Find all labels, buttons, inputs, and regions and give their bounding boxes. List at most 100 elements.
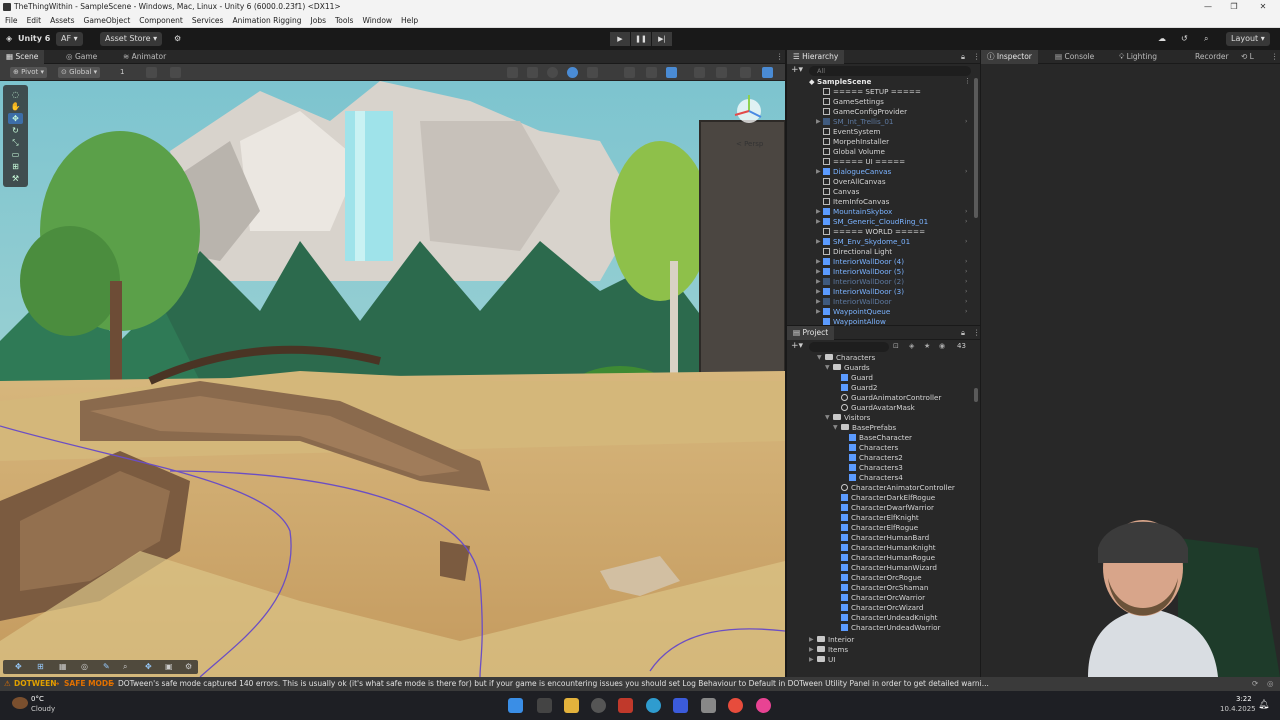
project-item[interactable]: CharacterHumanRogue (787, 553, 975, 563)
global-toggle[interactable]: ⊙ Global ▾ (58, 67, 101, 78)
play-button[interactable]: ▶ (610, 32, 630, 46)
hierarchy-item[interactable]: GameSettings (787, 97, 975, 107)
prefab-open-icon[interactable]: › (965, 267, 967, 277)
hierarchy-item[interactable]: InteriorWallDoor (4) ▶ › (787, 257, 975, 267)
expand-arrow-icon[interactable]: ▶ (816, 167, 821, 177)
close-button[interactable]: ✕ (1250, 0, 1276, 14)
task-view-icon[interactable] (537, 698, 552, 713)
hierarchy-item[interactable]: InteriorWallDoor (2) ▶ › (787, 277, 975, 287)
weather-icon[interactable] (12, 697, 28, 709)
progress-icon[interactable]: ⟳ (1252, 677, 1258, 691)
grid-increment-value[interactable]: 1 (120, 67, 124, 78)
frame-icon[interactable]: ▣ (165, 662, 173, 671)
project-item[interactable]: CharacterUndeadWarrior (787, 623, 975, 633)
menu-window[interactable]: Window (362, 16, 392, 25)
menu-services[interactable]: Services (192, 16, 224, 25)
folder-expand-icon[interactable]: ▼ (825, 363, 830, 373)
camera-settings-icon[interactable] (694, 67, 705, 78)
scale-tool-icon[interactable]: ⤡ (8, 137, 23, 148)
tab-animator[interactable]: ≋ Animator (117, 50, 172, 64)
snap-icon[interactable]: ✥ (15, 662, 22, 671)
hand-tool-icon[interactable]: ✋ (8, 101, 23, 112)
prefab-open-icon[interactable]: › (965, 237, 967, 247)
browser-app-icon[interactable] (646, 698, 661, 713)
grid-snap-icon[interactable] (146, 67, 157, 78)
transform-tool-icon[interactable]: ⊞ (8, 161, 23, 172)
undo-history-icon[interactable]: ↺ (1181, 32, 1188, 46)
collab-cloud-icon[interactable]: ☁ (1158, 32, 1166, 46)
save-search-icon[interactable]: ★ (924, 342, 930, 350)
menu-assets[interactable]: Assets (50, 16, 74, 25)
project-item[interactable]: ▼ Visitors (787, 413, 975, 423)
rect-tool-icon[interactable]: ▭ (8, 149, 23, 160)
project-item[interactable]: Characters2 (787, 453, 975, 463)
custom-tool-icon[interactable]: ⚒ (8, 173, 23, 184)
search-by-type-icon[interactable]: ⊡ (893, 342, 899, 350)
expand-arrow-icon[interactable]: ▶ (816, 297, 821, 307)
project-item[interactable]: Characters (787, 443, 975, 453)
project-item[interactable]: Guard (787, 373, 975, 383)
menu-edit[interactable]: Edit (27, 16, 42, 25)
project-item[interactable]: ▶ UI (787, 655, 975, 665)
tab-project[interactable]: ▤ Project (787, 326, 835, 340)
tab-lighting[interactable]: 💡︎ Lighting (1113, 50, 1163, 64)
create-asset-button[interactable]: +▾ (791, 342, 803, 351)
folder-expand-icon[interactable]: ▼ (817, 353, 822, 363)
rotate-tool-icon[interactable]: ↻ (8, 125, 23, 136)
menu-tools[interactable]: Tools (335, 16, 353, 25)
menu-component[interactable]: Component (139, 16, 183, 25)
hierarchy-item[interactable]: SM_Generic_CloudRing_01 ▶ › (787, 217, 975, 227)
orbit-icon[interactable]: ◎ (81, 662, 88, 671)
2d-toggle-icon[interactable] (527, 67, 538, 78)
maximize-button[interactable]: ❐ (1221, 0, 1247, 14)
prefab-open-icon[interactable]: › (965, 167, 967, 177)
hierarchy-scrollbar[interactable] (974, 78, 978, 218)
expand-arrow-icon[interactable]: ▶ (816, 237, 821, 247)
hierarchy-item[interactable]: ItemInfoCanvas (787, 197, 975, 207)
minimize-button[interactable]: — (1195, 0, 1221, 14)
hierarchy-item[interactable]: ===== SETUP ===== (787, 87, 975, 97)
hierarchy-item[interactable]: OverAllCanvas (787, 177, 975, 187)
shading-wireframe-icon[interactable] (547, 67, 558, 78)
project-item[interactable]: GuardAnimatorController (787, 393, 975, 403)
scene-menu-icon[interactable]: ⋮ (964, 77, 971, 85)
paint-icon[interactable]: ✎ (103, 662, 110, 671)
hierarchy-item[interactable]: EventSystem (787, 127, 975, 137)
align-icon[interactable]: ⊞ (37, 662, 44, 671)
menu-jobs[interactable]: Jobs (311, 16, 326, 25)
status-message[interactable]: DOTween's safe mode captured 140 errors.… (118, 677, 1233, 691)
hierarchy-item[interactable]: WaypointQueue ▶ › (787, 307, 975, 317)
zoom-icon[interactable]: ⌕ (123, 662, 127, 672)
project-item[interactable]: ▶ Items (787, 645, 975, 655)
scene-visibility-icon[interactable] (666, 67, 677, 78)
move-tool-icon[interactable]: ✥ (8, 113, 23, 124)
prefab-open-icon[interactable]: › (965, 217, 967, 227)
debug-mode-icon[interactable]: ◎ (1267, 677, 1274, 691)
tab-console[interactable]: ▤ Console (1049, 50, 1100, 64)
gizmos-toggle-icon[interactable] (740, 67, 751, 78)
hierarchy-item[interactable]: InteriorWallDoor ▶ › (787, 297, 975, 307)
unity-version-label[interactable]: Unity 6 (18, 32, 50, 46)
tab-hierarchy[interactable]: ☰ Hierarchy (787, 50, 845, 64)
recorder-app-icon[interactable] (618, 698, 633, 713)
menu-file[interactable]: File (5, 16, 18, 25)
tab-more-icon[interactable]: ⟲ L (1235, 50, 1260, 64)
audio-toggle-icon[interactable] (624, 67, 635, 78)
tab-scene[interactable]: ▦ Scene (0, 50, 45, 64)
effects-toggle-icon[interactable] (646, 67, 657, 78)
hierarchy-item[interactable]: InteriorWallDoor (5) ▶ › (787, 267, 975, 277)
grid-overlay-icon[interactable]: ▦ (59, 662, 67, 671)
project-item[interactable]: CharacterHumanBard (787, 533, 975, 543)
yandex-browser-icon[interactable] (728, 698, 743, 713)
expand-arrow-icon[interactable]: ▶ (816, 257, 821, 267)
project-item[interactable]: CharacterUndeadKnight (787, 613, 975, 623)
settings-app-icon[interactable] (591, 698, 606, 713)
hidden-packages-icon[interactable]: ◉ (939, 342, 945, 350)
add-object-button[interactable]: +▾ (791, 66, 803, 76)
project-item[interactable]: CharacterOrcWarrior (787, 593, 975, 603)
tab-game[interactable]: ◎ Game (60, 50, 103, 64)
prefab-open-icon[interactable]: › (965, 277, 967, 287)
hierarchy-item[interactable]: MountainSkybox ▶ › (787, 207, 975, 217)
project-item[interactable]: ▶ Interior (787, 635, 975, 645)
grid-toggle-icon[interactable] (170, 67, 181, 78)
